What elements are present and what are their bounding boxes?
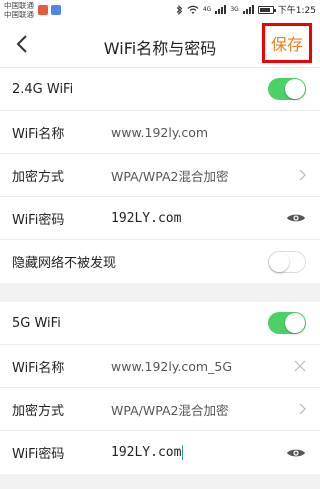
wifi-password-label: WiFi密码 xyxy=(12,212,65,228)
bluetooth-icon xyxy=(176,4,183,15)
app-notification-icon xyxy=(51,5,61,15)
wifi-password-label: WiFi密码 xyxy=(12,447,65,462)
wifi-5g-name-input[interactable]: www.192ly.com_5G xyxy=(111,359,232,374)
signal-3g-label: 3G xyxy=(230,6,239,13)
hidden-network-toggle[interactable] xyxy=(268,250,306,273)
signal-4g-label: 4G xyxy=(202,6,212,13)
wifi-24g-password-row: WiFi密码 192LY.com xyxy=(0,197,320,240)
carrier-1: 中国联通 xyxy=(4,1,34,10)
wifi-24g-hidden-row: 隐藏网络不被发现 xyxy=(0,240,320,283)
chevron-right-icon xyxy=(299,169,306,181)
wifi-24g-section: 2.4G WiFi WiFi名称 www.192ly.com 加密方式 WPA/… xyxy=(0,68,320,283)
wifi-name-label: WiFi名称 xyxy=(12,360,65,376)
encryption-label: 加密方式 xyxy=(12,169,65,185)
wifi-5g-password-field[interactable]: 192LY.com xyxy=(111,445,184,460)
carrier-info: 中国联通 中国联通 xyxy=(4,1,34,19)
toggle-knob xyxy=(285,313,305,333)
wifi-24g-name-input[interactable]: www.192ly.com xyxy=(111,125,208,140)
wifi-icon xyxy=(187,5,199,14)
battery-icon xyxy=(257,5,276,14)
carrier-2: 中国联通 xyxy=(4,10,34,19)
chevron-right-icon xyxy=(299,403,306,415)
toggle-knob xyxy=(285,79,305,99)
wifi-24g-encryption-value: WPA/WPA2混合加密 xyxy=(111,168,229,184)
wifi-5g-name-row: WiFi名称 www.192ly.com_5G xyxy=(0,345,320,388)
wifi-5g-encryption-value: WPA/WPA2混合加密 xyxy=(111,402,229,418)
text-cursor xyxy=(182,445,184,460)
encryption-label: 加密方式 xyxy=(12,403,65,419)
clear-icon[interactable] xyxy=(294,360,306,372)
wifi-24g-label: 2.4G WiFi xyxy=(12,81,74,97)
wifi-5g-encryption-row[interactable]: 加密方式 WPA/WPA2混合加密 xyxy=(0,388,320,431)
wifi-5g-toggle-row: 5G WiFi xyxy=(0,302,320,345)
wifi-24g-password-input[interactable]: 192LY.com xyxy=(111,211,181,226)
wifi-5g-label: 5G WiFi xyxy=(12,315,61,331)
wifi-24g-name-row: WiFi名称 www.192ly.com xyxy=(0,111,320,154)
signal-bars-icon xyxy=(215,5,227,14)
status-time: 下午1:25 xyxy=(277,6,316,16)
wifi-24g-encryption-row[interactable]: 加密方式 WPA/WPA2混合加密 xyxy=(0,154,320,197)
status-bar: 中国联通 中国联通 4G 3G 下午1:25 xyxy=(0,0,320,20)
notification-icons xyxy=(38,5,61,15)
wifi-5g-section: 5G WiFi WiFi名称 www.192ly.com_5G 加密方式 WPA… xyxy=(0,302,320,474)
eye-icon[interactable] xyxy=(286,447,306,459)
status-indicators: 4G 3G 下午1:25 xyxy=(176,3,316,16)
signal-bars-icon xyxy=(242,5,254,14)
wifi-24g-toggle-row: 2.4G WiFi xyxy=(0,68,320,111)
wifi-5g-password-row: WiFi密码 192LY.com xyxy=(0,431,320,474)
header-bar: WiFi名称与密码 保存 xyxy=(0,20,320,68)
wifi-5g-password-input: 192LY.com xyxy=(111,445,182,460)
wifi-5g-toggle[interactable] xyxy=(268,312,306,334)
wifi-24g-toggle[interactable] xyxy=(268,78,306,100)
eye-icon[interactable] xyxy=(286,212,306,224)
toggle-knob xyxy=(269,251,289,272)
save-button[interactable]: 保存 xyxy=(262,23,312,63)
hidden-network-label: 隐藏网络不被发现 xyxy=(12,256,117,271)
app-notification-icon xyxy=(38,5,48,15)
wifi-name-label: WiFi名称 xyxy=(12,126,65,142)
